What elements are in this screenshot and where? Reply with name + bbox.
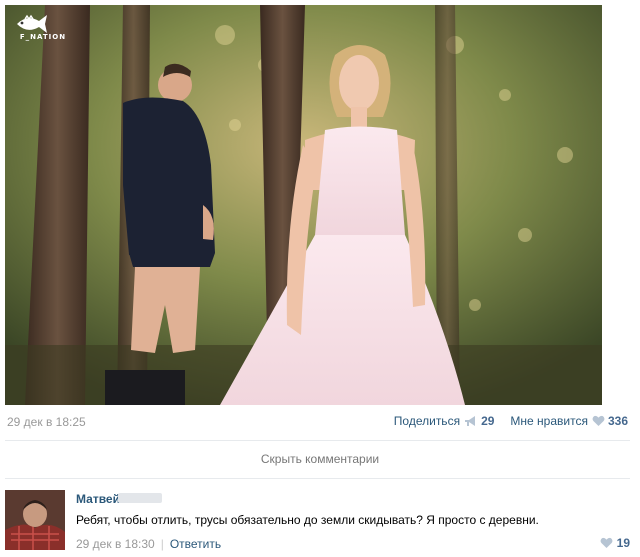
post-actions: Поделиться 29 Мне нравится 336: [394, 414, 628, 428]
comment-date[interactable]: 29 дек в 18:30: [76, 537, 155, 551]
divider: [5, 440, 630, 441]
comment-like-count: 19: [616, 536, 630, 550]
heart-icon: [592, 415, 605, 426]
share-label: Поделиться: [393, 414, 461, 428]
comment-meta: 29 дек в 18:30 | Ответить: [76, 537, 221, 551]
watermark-text: F_NATION: [19, 33, 67, 41]
like-label: Мне нравится: [510, 414, 588, 428]
share-count: 29: [481, 414, 495, 428]
post-meta-row: 29 дек в 18:25 Поделиться 29 Мне нравитс…: [5, 413, 630, 431]
reply-button[interactable]: Ответить: [170, 537, 221, 551]
author-surname-redacted: [118, 493, 162, 503]
megaphone-icon: [465, 416, 476, 426]
hide-comments-link[interactable]: Скрыть комментарии: [0, 452, 640, 466]
avatar[interactable]: [5, 490, 65, 550]
photo-illustration: [5, 5, 602, 405]
share-button[interactable]: Поделиться 29: [394, 414, 495, 428]
divider: [5, 478, 630, 479]
fish-logo-icon: [17, 14, 47, 33]
comment-item: Матвей Ребят, чтобы отлить, трусы обязат…: [5, 490, 630, 554]
heart-icon: [600, 537, 613, 548]
like-button[interactable]: Мне нравится 336: [510, 414, 628, 428]
like-count: 336: [607, 414, 628, 428]
comment-like-button[interactable]: 19: [600, 536, 630, 550]
watermark: F_NATION: [13, 13, 73, 41]
post-photo[interactable]: F_NATION: [5, 5, 602, 405]
post-date[interactable]: 29 дек в 18:25: [7, 415, 86, 429]
avatar-image: [5, 490, 65, 550]
separator: |: [160, 537, 164, 551]
comment-author[interactable]: Матвей: [76, 492, 120, 506]
comment-text: Ребят, чтобы отлить, трусы обязательно д…: [76, 513, 539, 527]
